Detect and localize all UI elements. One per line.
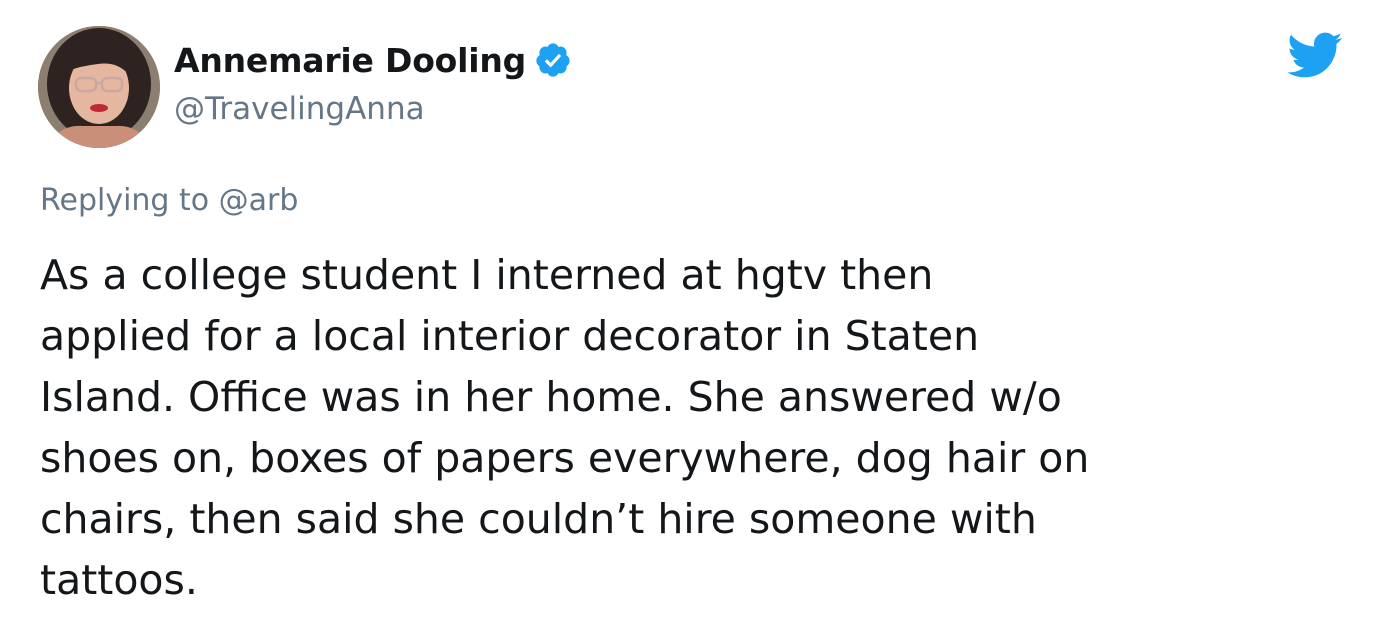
verified-badge-icon [534, 41, 572, 79]
author-handle[interactable]: @TravelingAnna [174, 91, 425, 127]
author-name-row: Annemarie Dooling [174, 38, 572, 82]
tweet-card: Annemarie Dooling @TravelingAnna Replyin… [0, 0, 1380, 624]
tweet-text-line: As a college student I interned at hgtv … [40, 251, 934, 299]
tweet-text-line: chairs, then said she couldn’t hire some… [40, 495, 1037, 543]
tweet-text: As a college student I interned at hgtv … [40, 245, 1360, 611]
tweet-text-line: tattoos. [40, 556, 198, 604]
tweet-text-line: shoes on, boxes of papers everywhere, do… [40, 434, 1090, 482]
reply-mention-link[interactable]: @arb [219, 183, 299, 218]
avatar-image [38, 26, 160, 148]
tweet-text-line: Island. Office was in her home. She answ… [40, 373, 1062, 421]
author-display-name[interactable]: Annemarie Dooling [174, 41, 526, 80]
twitter-bird-icon[interactable] [1285, 30, 1343, 80]
replying-to-prefix: Replying to [40, 183, 219, 218]
tweet-text-line: applied for a local interior decorator i… [40, 312, 980, 360]
replying-to: Replying to @arb [40, 183, 298, 218]
avatar[interactable] [38, 26, 160, 148]
